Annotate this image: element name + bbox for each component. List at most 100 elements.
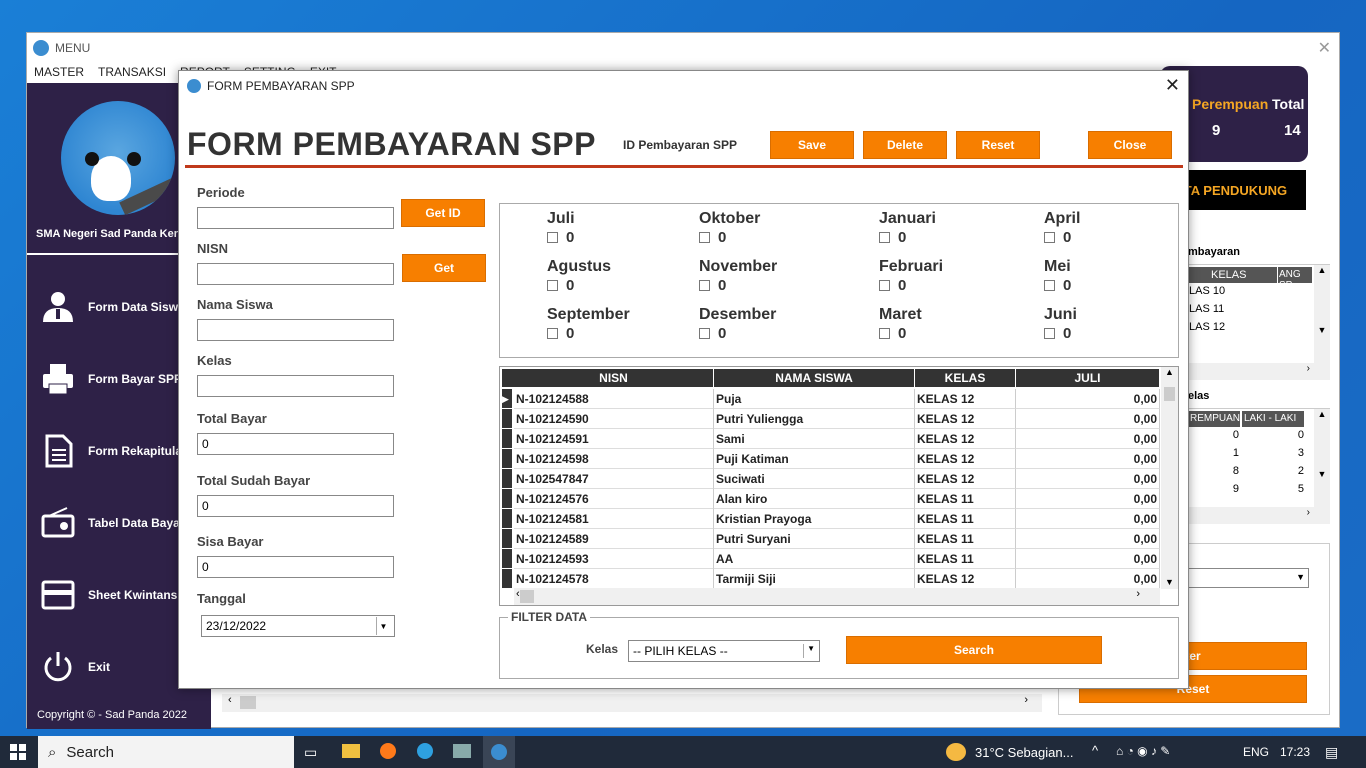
table-cell[interactable]: KELAS 12 [915,409,1016,429]
table-row[interactable]: N-102124591 Sami KELAS 12 0,00 [500,429,1160,449]
table-cell[interactable]: 0,00 [1016,429,1160,449]
column-header-nisn[interactable]: NISN [514,369,714,387]
taskbar-search[interactable]: ⌕ Search [38,736,294,768]
vertical-scrollbar[interactable]: ▲ ▼ [1161,367,1178,589]
table-row[interactable]: N-102124576 Alan kiro KELAS 11 0,00 [500,489,1160,509]
table-cell[interactable]: Puji Katiman [714,449,915,469]
table-cell[interactable]: KELAS 11 [915,489,1016,509]
chevron-up-icon[interactable]: ^ [1092,743,1098,758]
close-icon[interactable]: ✕ [1165,75,1180,96]
table-cell[interactable]: N-102124590 [514,409,714,429]
table-cell[interactable]: KELAS 12 [915,429,1016,449]
sidebar-item-tabel-data-bayar[interactable]: Tabel Data Bayar [41,506,185,540]
vertical-scrollbar[interactable]: ▲ ▼ [1314,409,1330,507]
table-row[interactable]: LAS 11 [1189,303,1224,315]
table-row[interactable]: N-102124590 Putri Yuliengga KELAS 12 0,00 [500,409,1160,429]
menu-transaksi[interactable]: TRANSAKSI [91,63,173,83]
month-desember[interactable]: Desember 0 [699,306,776,342]
table-cell[interactable]: 0,00 [1016,549,1160,569]
checkbox[interactable] [1044,328,1055,339]
windows-start-icon[interactable] [10,744,26,760]
table-cell[interactable]: 1 [1189,447,1239,459]
language-indicator[interactable]: ENG [1243,745,1269,759]
clock[interactable]: 17:23 [1280,745,1310,759]
checkbox[interactable] [699,280,710,291]
table-cell[interactable]: KELAS 12 [915,569,1016,589]
chevron-down-icon[interactable]: ▼ [376,617,390,635]
kelas-grid[interactable]: KELAS ANG SP LAS 10 LAS 11 LAS 12 ▲ ▼ › [1188,264,1330,380]
task-view-icon[interactable]: ▭ [304,744,317,761]
table-cell[interactable]: KELAS 11 [915,549,1016,569]
table-cell[interactable]: KELAS 11 [915,529,1016,549]
table-cell[interactable]: 3 [1242,447,1304,459]
app-icon[interactable] [453,744,471,758]
table-cell[interactable]: 0,00 [1016,489,1160,509]
table-cell[interactable]: 0,00 [1016,569,1160,589]
checkbox[interactable] [879,280,890,291]
month-oktober[interactable]: Oktober 0 [699,210,760,246]
file-explorer-icon[interactable] [342,744,360,758]
checkbox[interactable] [879,328,890,339]
table-cell[interactable]: Suciwati [714,469,915,489]
month-januari[interactable]: Januari 0 [879,210,936,246]
reset-button[interactable]: Reset [956,131,1040,159]
horizontal-scrollbar[interactable]: › [1189,507,1330,524]
sidebar-item-form-rekapitulasi[interactable]: Form Rekapitulasi [41,434,192,468]
table-row[interactable]: N-102124578 Tarmiji Siji KELAS 12 0,00 [500,569,1160,589]
table-cell[interactable]: Alan kiro [714,489,915,509]
horizontal-scrollbar[interactable]: ‹ › [514,588,1160,605]
table-cell[interactable]: Sami [714,429,915,449]
table-row[interactable]: N-102547847 Suciwati KELAS 12 0,00 [500,469,1160,489]
month-juni[interactable]: Juni 0 [1044,306,1077,342]
checkbox[interactable] [547,280,558,291]
table-row[interactable]: LAS 12 [1189,321,1225,333]
sidebar-item-form-data-siswa[interactable]: Form Data Siswa [41,290,185,324]
month-juli[interactable]: Juli 0 [547,210,575,246]
tanggal-datepicker[interactable]: 23/12/2022 ▼ [201,615,395,637]
kelas-input[interactable] [197,375,394,397]
table-cell[interactable]: KELAS 12 [915,469,1016,489]
gender-grid[interactable]: REMPUAN LAKI - LAKI 0 0 1 3 8 2 9 5 ▲ ▼ › [1188,408,1330,524]
weather-text[interactable]: 31°C Sebagian... [975,745,1073,760]
table-cell[interactable]: 0,00 [1016,449,1160,469]
month-april[interactable]: April 0 [1044,210,1080,246]
column-header-juli[interactable]: JULI [1016,369,1160,387]
table-row[interactable]: N-102124588 Puja KELAS 12 0,00 [500,389,1160,409]
table-cell[interactable]: 8 [1189,465,1239,477]
month-mei[interactable]: Mei 0 [1044,258,1071,294]
table-cell[interactable]: N-102124588 [514,389,714,409]
nama-siswa-input[interactable] [197,319,394,341]
table-row[interactable]: N-102124589 Putri Suryani KELAS 11 0,00 [500,529,1160,549]
table-cell[interactable]: 2 [1242,465,1304,477]
table-cell[interactable]: 9 [1189,483,1239,495]
table-cell[interactable]: N-102124598 [514,449,714,469]
table-cell[interactable]: N-102124578 [514,569,714,589]
table-row[interactable]: N-102124593 AA KELAS 11 0,00 [500,549,1160,569]
close-button[interactable]: Close [1088,131,1172,159]
table-cell[interactable]: KELAS 12 [915,449,1016,469]
table-cell[interactable]: N-102124591 [514,429,714,449]
checkbox[interactable] [547,232,558,243]
nisn-input[interactable] [197,263,394,285]
table-cell[interactable]: 0 [1189,429,1239,441]
month-september[interactable]: September 0 [547,306,630,342]
get-button[interactable]: Get [402,254,486,282]
table-cell[interactable]: N-102124581 [514,509,714,529]
firefox-icon[interactable] [380,743,396,759]
notification-icon[interactable]: ▤ [1325,744,1338,761]
periode-input[interactable] [197,207,394,229]
table-row[interactable]: N-102124598 Puji Katiman KELAS 12 0,00 [500,449,1160,469]
table-row[interactable]: LAS 10 [1189,285,1225,297]
total-sudah-bayar-input[interactable]: 0 [197,495,394,517]
menu-master[interactable]: MASTER [27,63,91,83]
table-cell[interactable]: N-102547847 [514,469,714,489]
weather-icon[interactable] [946,743,966,761]
checkbox[interactable] [1044,232,1055,243]
table-cell[interactable]: Putri Yuliengga [714,409,915,429]
table-cell[interactable]: N-102124589 [514,529,714,549]
student-payment-grid[interactable]: NISN NAMA SISWA KELAS JULI ▶ N-102124588 P… [499,366,1179,606]
table-row[interactable]: N-102124581 Kristian Prayoga KELAS 11 0,00 [500,509,1160,529]
close-icon[interactable]: ✕ [1318,38,1331,58]
horizontal-scrollbar[interactable]: › [1189,363,1330,380]
checkbox[interactable] [699,328,710,339]
